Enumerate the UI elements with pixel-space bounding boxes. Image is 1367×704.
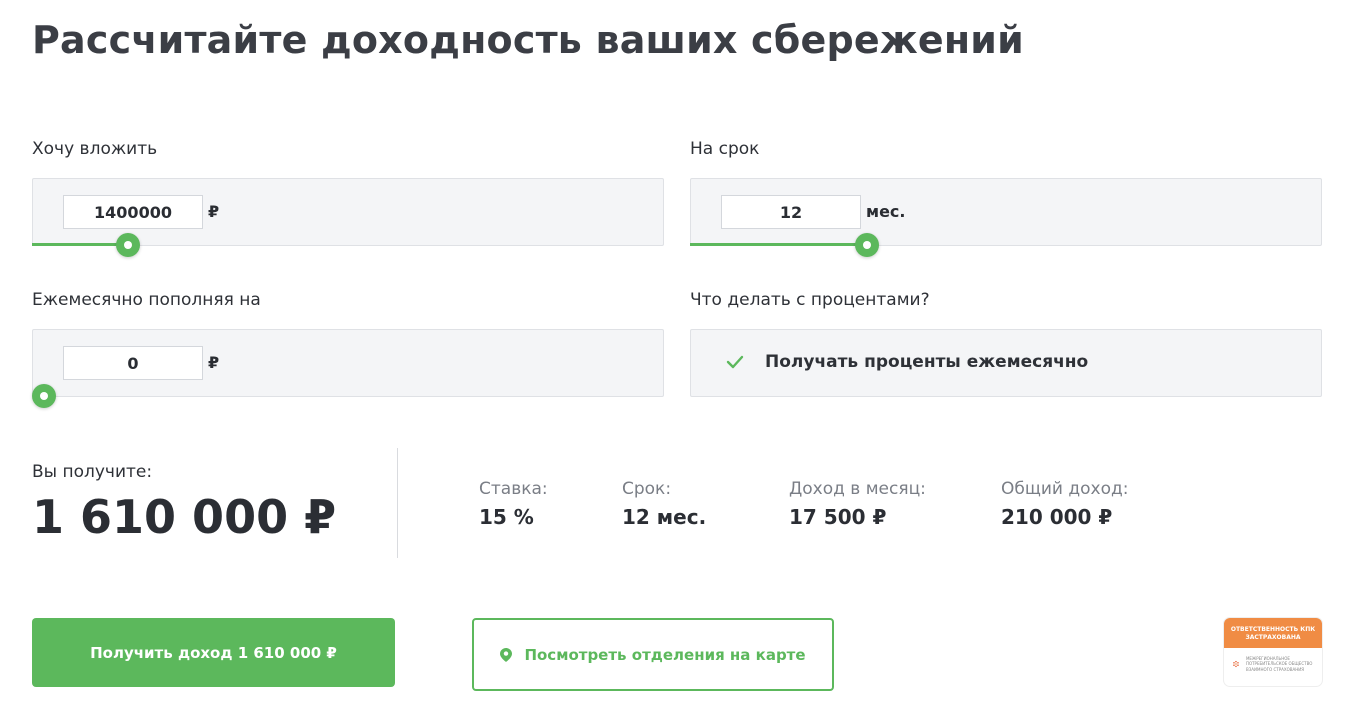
ruble-unit: ₽: [208, 353, 220, 372]
ruble-unit: ₽: [208, 202, 220, 221]
result-label: Вы получите:: [32, 462, 153, 482]
total-income-label: Общий доход:: [1001, 479, 1129, 499]
map-button[interactable]: Посмотреть отделения на карте: [472, 618, 834, 691]
badge-title: ОТВЕТСТВЕННОСТЬ КПК ЗАСТРАХОВАНА: [1224, 618, 1322, 648]
badge-text: МЕЖРЕГИОНАЛЬНОЕ ПОТРЕБИТЕЛЬСКОЕ ОБЩЕСТВО…: [1245, 656, 1313, 672]
monthly-income-value: 17 500 ₽: [789, 505, 887, 529]
rate-value: 15 %: [479, 505, 534, 529]
check-icon: [726, 355, 744, 369]
term-slider-thumb[interactable]: [855, 233, 879, 257]
get-income-button[interactable]: Получить доход 1 610 000 ₽: [32, 618, 395, 687]
rate-label: Ставка:: [479, 479, 548, 499]
term-slider-track: [690, 243, 868, 246]
map-button-label: Посмотреть отделения на карте: [524, 645, 806, 664]
page-title: Рассчитайте доходность ваших сбережений: [32, 18, 1024, 62]
interest-option-label: Получать проценты ежемесячно: [765, 352, 1089, 372]
map-pin-icon: [500, 647, 513, 662]
interest-label: Что делать с процентами?: [690, 290, 930, 310]
term-field: мес.: [690, 178, 1322, 246]
invest-label: Хочу вложить: [32, 139, 158, 159]
term-stat-value: 12 мес.: [622, 505, 707, 529]
invest-slider-thumb[interactable]: [116, 233, 140, 257]
term-label: На срок: [690, 139, 760, 159]
monthly-income-label: Доход в месяц:: [789, 479, 926, 499]
term-input[interactable]: [721, 195, 861, 229]
invest-slider-track: [32, 243, 128, 246]
insurance-logo-icon: [1233, 660, 1239, 668]
insurance-badge[interactable]: ОТВЕТСТВЕННОСТЬ КПК ЗАСТРАХОВАНА МЕЖРЕГИ…: [1224, 618, 1322, 686]
topup-input[interactable]: [63, 346, 203, 380]
topup-field: ₽: [32, 329, 664, 397]
term-stat-label: Срок:: [622, 479, 672, 499]
topup-label: Ежемесячно пополняя на: [32, 290, 261, 310]
divider: [397, 448, 398, 558]
total-income-value: 210 000 ₽: [1001, 505, 1113, 529]
result-value: 1 610 000 ₽: [32, 490, 337, 544]
interest-option[interactable]: Получать проценты ежемесячно: [690, 329, 1322, 397]
invest-amount-input[interactable]: [63, 195, 203, 229]
topup-slider-thumb[interactable]: [32, 384, 56, 408]
months-unit: мес.: [866, 202, 906, 221]
